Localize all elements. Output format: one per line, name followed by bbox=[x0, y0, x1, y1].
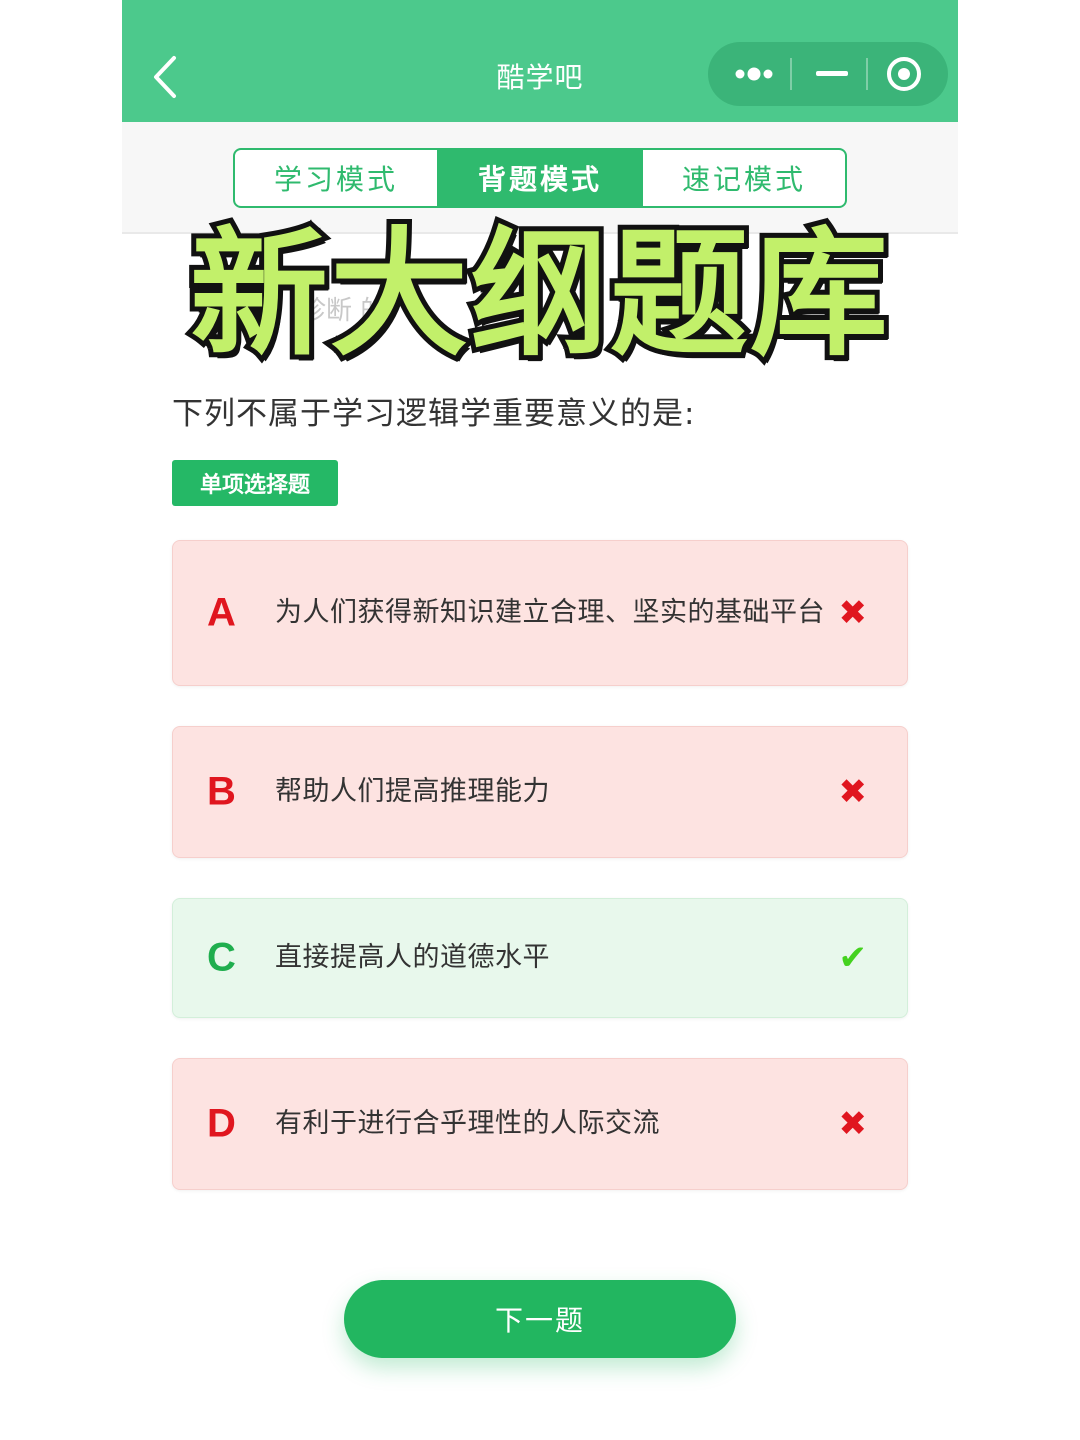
target-circle-icon bbox=[887, 57, 921, 91]
option-letter: D bbox=[207, 1101, 236, 1146]
minus-icon bbox=[816, 71, 848, 76]
option-text: 直接提高人的道德水平 bbox=[275, 942, 550, 973]
check-icon: ✔ bbox=[838, 938, 868, 978]
cross-icon: ✖ bbox=[838, 1104, 868, 1144]
option-letter: B bbox=[207, 769, 236, 814]
tab-study-mode[interactable]: 学习模式 bbox=[235, 150, 437, 206]
option-text: 有利于进行合乎理性的人际交流 bbox=[275, 1108, 660, 1139]
next-question-button[interactable]: 下一题 bbox=[344, 1280, 736, 1358]
option-text: 为人们获得新知识建立合理、坚实的基础平台 bbox=[275, 597, 825, 628]
question-type-badge: 单项选择题 bbox=[172, 460, 338, 506]
mini-program-capsule bbox=[708, 42, 948, 106]
option-letter: C bbox=[207, 935, 236, 980]
cross-icon: ✖ bbox=[838, 772, 868, 812]
option-letter: A bbox=[207, 590, 236, 635]
option-text: 帮助人们提高推理能力 bbox=[275, 776, 550, 807]
minimize-button[interactable] bbox=[792, 42, 872, 106]
option-c[interactable]: C 直接提高人的道德水平 ✔ bbox=[172, 898, 908, 1018]
cross-icon: ✖ bbox=[838, 593, 868, 633]
mode-tabs: 学习模式 背题模式 速记模式 bbox=[233, 148, 847, 208]
option-d[interactable]: D 有利于进行合乎理性的人际交流 ✖ bbox=[172, 1058, 908, 1190]
question-text: 下列不属于学习逻辑学重要意义的是: bbox=[172, 396, 696, 432]
option-a[interactable]: A 为人们获得新知识建立合理、坚实的基础平台 ✖ bbox=[172, 540, 908, 686]
more-button[interactable] bbox=[712, 42, 792, 106]
header-bar: 酷学吧 bbox=[122, 0, 958, 122]
more-dots-icon bbox=[735, 67, 773, 81]
overlay-banner-title: 新大纲题库 bbox=[185, 210, 893, 380]
close-button[interactable] bbox=[866, 42, 946, 106]
option-b[interactable]: B 帮助人们提高推理能力 ✖ bbox=[172, 726, 908, 858]
tab-recite-mode[interactable]: 背题模式 bbox=[437, 150, 641, 206]
tab-quick-memory-mode[interactable]: 速记模式 bbox=[641, 150, 845, 206]
